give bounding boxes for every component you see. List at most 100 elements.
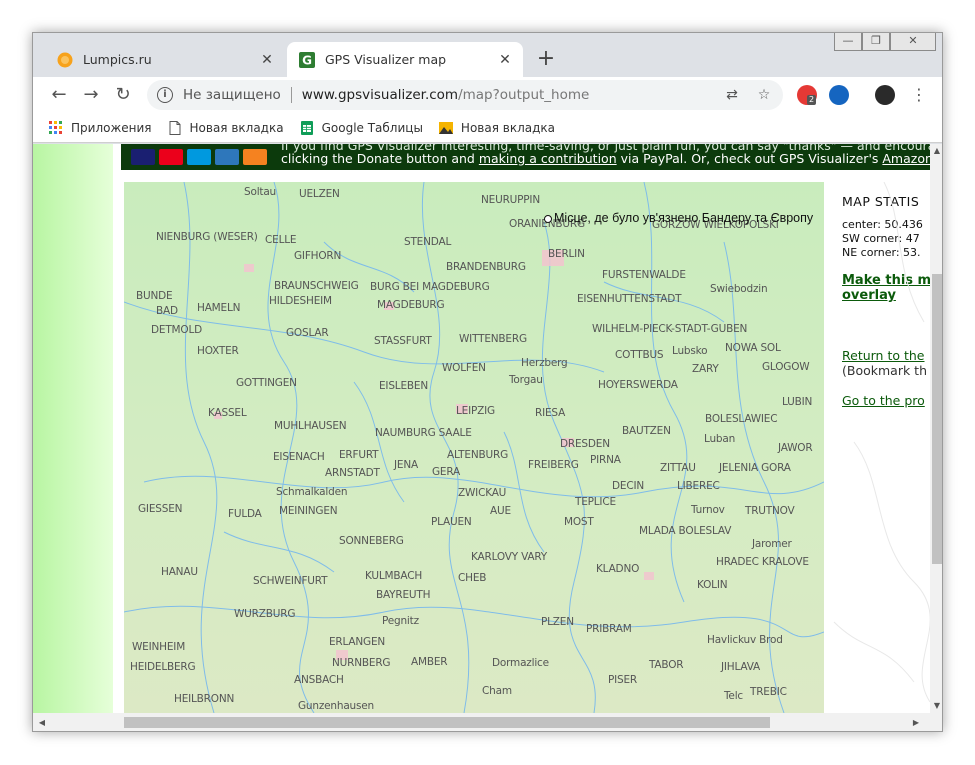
map-place-label: MOST: [564, 516, 594, 528]
map-place-label: BURG BEI MAGDEBURG: [370, 281, 490, 293]
menu-kebab-icon[interactable]: ⋮: [907, 83, 931, 107]
map-place-label: GLOGOW: [762, 361, 810, 373]
window-controls: — ❐ ✕: [834, 33, 936, 51]
map-place-label: NEURUPPIN: [481, 194, 540, 206]
reload-button[interactable]: ↻: [111, 83, 135, 107]
maximize-button[interactable]: ❐: [862, 33, 890, 51]
sheets-icon: [300, 120, 313, 135]
map-place-label: WITTENBERG: [459, 333, 527, 345]
stat-center: center: 50.436: [842, 218, 923, 231]
map-place-label: NAUMBURG SAALE: [375, 427, 472, 439]
vertical-scroll-thumb[interactable]: [932, 274, 942, 564]
map-place-label: STENDAL: [404, 236, 452, 248]
map-place-label: BRAUNSCHWEIG: [274, 280, 359, 292]
map-place-label: EISENACH: [273, 451, 325, 463]
map-place-label: Dormazlice: [492, 657, 549, 669]
close-icon[interactable]: ✕: [259, 52, 275, 68]
map-place-label: KULMBACH: [365, 570, 423, 582]
maestro-icon: [187, 149, 211, 165]
map-place-label: ERFURT: [339, 449, 379, 461]
donate-text-line2: clicking the Donate button and making a …: [281, 151, 930, 166]
marker-label: Місце, де було ув'язнено Бандеру та Євро…: [554, 211, 814, 225]
scroll-up-arrow-icon[interactable]: ▲: [930, 144, 942, 158]
map-place-label: Torgau: [509, 374, 543, 386]
avatar[interactable]: [875, 85, 895, 105]
map-place-label: HOXTER: [197, 345, 239, 357]
map-place-label: LIBEREC: [677, 480, 720, 492]
star-icon[interactable]: ☆: [755, 86, 773, 104]
close-icon[interactable]: ✕: [497, 52, 513, 68]
map-place-label: GIFHORN: [294, 250, 342, 262]
map-place-label: TRUTNOV: [745, 505, 795, 517]
tab-title: GPS Visualizer map: [325, 52, 447, 67]
address-bar[interactable]: i Не защищено www.gpsvisualizer.com/map?…: [147, 80, 783, 110]
map-place-label: PISER: [608, 674, 638, 686]
map-canvas[interactable]: Soltau UELZEN NEURUPPIN ORANIENBURG GORZOW W…: [124, 182, 824, 713]
scroll-down-arrow-icon[interactable]: ▼: [930, 699, 942, 713]
amazon-link[interactable]: Amazon.com wi: [882, 151, 930, 166]
tab-title: Lumpics.ru: [83, 52, 152, 67]
bookmarks-bar: Приложения Новая вкладка Google Таблицы …: [33, 113, 942, 143]
map-place-label: MLADA BOLESLAV: [639, 525, 732, 537]
go-to-link[interactable]: Go to the pro: [842, 393, 925, 408]
scroll-left-arrow-icon[interactable]: ◀: [35, 716, 49, 730]
extension-opera-icon[interactable]: 2: [797, 85, 817, 105]
security-status: Не защищено: [183, 87, 281, 103]
scroll-right-arrow-icon[interactable]: ▶: [909, 716, 923, 730]
map-place-label: GOSLAR: [286, 327, 329, 339]
map-place-label: ALTENBURG: [447, 449, 509, 461]
map-place-label: GOTTINGEN: [236, 377, 297, 389]
tab-strip: Lumpics.ru ✕ G GPS Visualizer map ✕ + — …: [33, 33, 942, 77]
bookmark-new-tab[interactable]: Новая вкладка: [168, 120, 284, 135]
map-place-label: HEIDELBERG: [130, 661, 196, 673]
amex-icon: [215, 149, 239, 165]
map-place-label: MAGDEBURG: [377, 299, 445, 311]
map-place-label: Herzberg: [521, 357, 568, 369]
translate-icon[interactable]: ⇄: [723, 86, 741, 104]
map-place-label: KARLOVY VARY: [471, 551, 548, 563]
tab-lumpics[interactable]: Lumpics.ru ✕: [45, 42, 285, 77]
horizontal-scrollbar[interactable]: ◀ ▶: [33, 713, 942, 731]
map-place-label: WOLFEN: [442, 362, 486, 374]
gpsvisualizer-g-icon: G: [299, 51, 315, 68]
bookmark-label: Google Таблицы: [321, 120, 423, 135]
tab-gps-visualizer[interactable]: G GPS Visualizer map ✕: [287, 42, 523, 77]
horizontal-scroll-thumb[interactable]: [124, 717, 770, 728]
marker-dot-icon[interactable]: [544, 215, 552, 223]
map-place-label: DECIN: [612, 480, 645, 492]
map-marker[interactable]: Місце, де було ув'язнено Бандеру та Євро…: [544, 211, 813, 225]
map-place-label: CELLE: [265, 234, 297, 246]
map-place-label: Pegnitz: [382, 615, 419, 627]
map-place-label: BAYREUTH: [376, 589, 431, 601]
url-path: /map?output_home: [458, 87, 590, 103]
bookmark-new-tab-image[interactable]: Новая вкладка: [438, 121, 555, 135]
separator: [290, 87, 292, 103]
new-tab-button[interactable]: +: [533, 47, 559, 73]
map-place-label: Soltau: [244, 186, 277, 198]
forward-button[interactable]: →: [79, 83, 103, 107]
contribution-link[interactable]: making a contribution: [479, 151, 617, 166]
map-place-label: Swiebodzin: [710, 283, 768, 295]
map-place-label: TEPLICE: [575, 496, 616, 508]
return-link[interactable]: Return to the: [842, 348, 925, 363]
make-overlay-link[interactable]: Make this m overlay: [842, 273, 930, 303]
map-place-label: CHEB: [458, 572, 487, 584]
info-icon[interactable]: i: [157, 87, 173, 103]
bookmark-google-sheets[interactable]: Google Таблицы: [300, 120, 423, 135]
map-sidebar: MAP STATIS center: 50.436 SW corner: 47 …: [824, 182, 930, 713]
map-place-label: JELENIA GORA: [719, 462, 791, 474]
extension-globe-icon[interactable]: [829, 85, 849, 105]
map-place-label: GERA: [432, 466, 461, 478]
orange-circle-icon: [57, 52, 73, 67]
map-place-label: BAD: [156, 305, 178, 317]
map-place-label: JENA: [394, 459, 418, 471]
vertical-scrollbar[interactable]: ▲ ▼: [930, 144, 942, 713]
bookmark-apps[interactable]: Приложения: [49, 120, 152, 135]
map-place-label: TREBIC: [750, 686, 787, 698]
window-close-button[interactable]: ✕: [890, 33, 936, 51]
map-place-label: KASSEL: [208, 407, 247, 419]
map-place-label: PRIBRAM: [586, 623, 632, 635]
back-button[interactable]: ←: [47, 83, 71, 107]
map-place-label: NIENBURG (WESER): [156, 231, 258, 243]
minimize-button[interactable]: —: [834, 33, 862, 51]
